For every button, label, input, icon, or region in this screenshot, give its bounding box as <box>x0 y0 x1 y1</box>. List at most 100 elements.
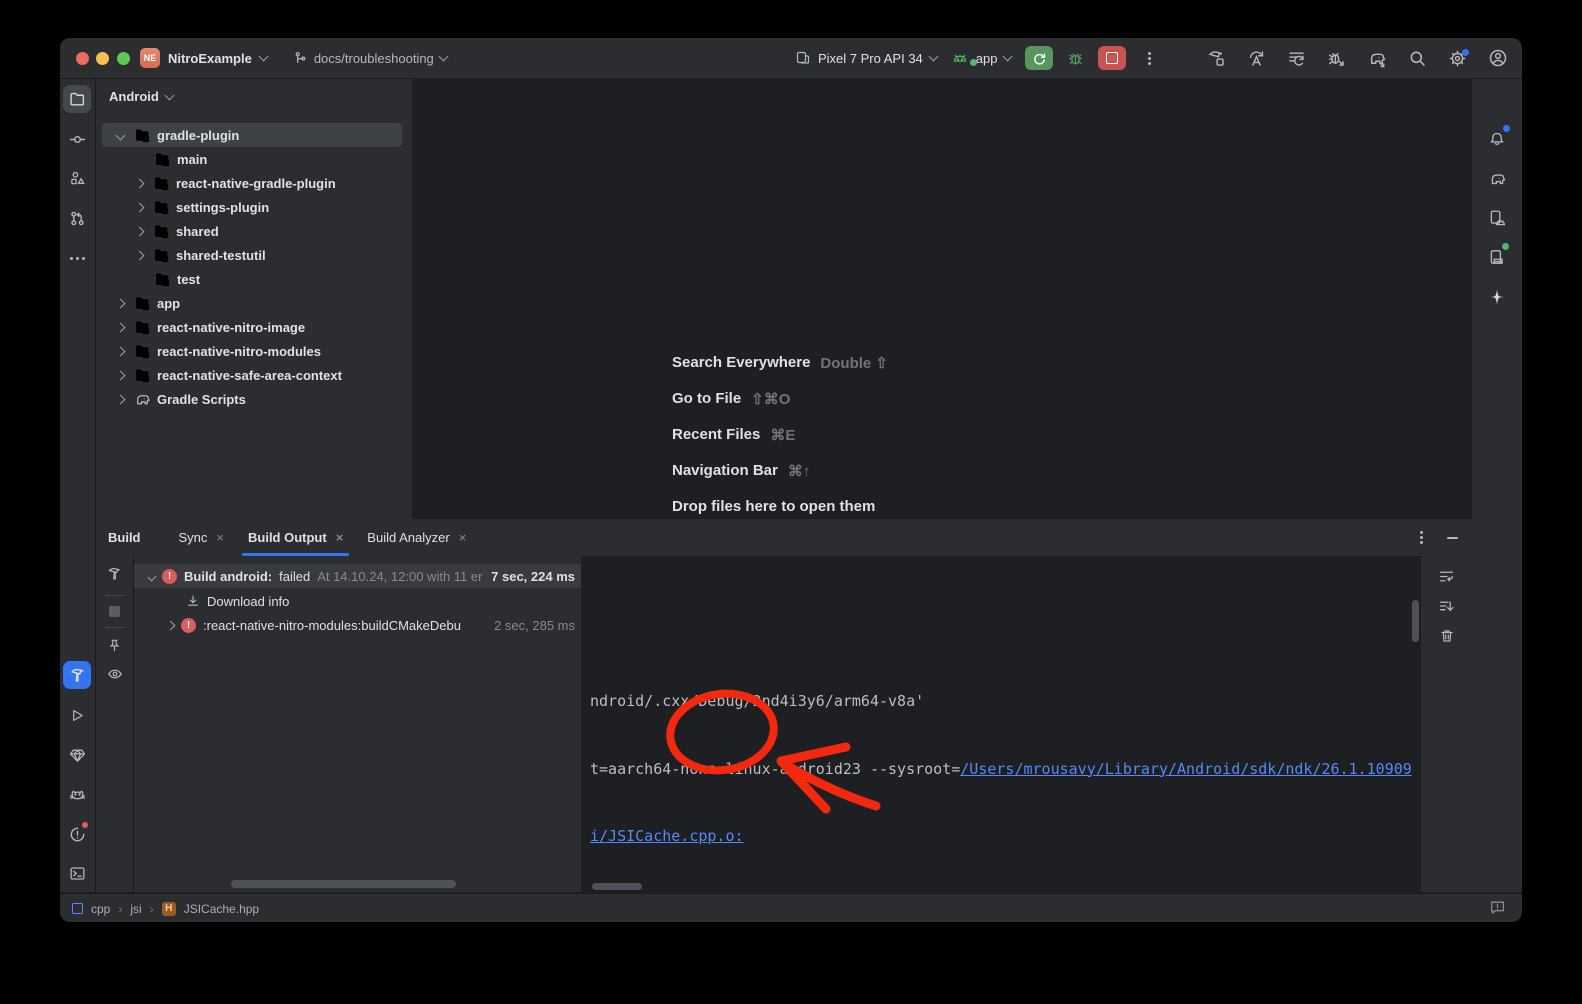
close-window-button[interactable] <box>76 52 89 65</box>
left-tool-rail <box>60 79 96 892</box>
eye-icon <box>107 666 123 682</box>
rerun-button[interactable] <box>1025 46 1053 70</box>
tree-row-shared[interactable]: shared <box>136 219 219 243</box>
tree-row-gradle-plugin[interactable]: gradle-plugin <box>117 123 239 147</box>
app-quality-insights-tool-button[interactable] <box>63 741 91 769</box>
resource-manager-tool-button[interactable] <box>63 164 91 192</box>
tree-row-main[interactable]: main <box>154 147 207 171</box>
build-project-button[interactable] <box>1207 49 1226 68</box>
tree-row-react-native-nitro-modules[interactable]: react-native-nitro-modules <box>117 339 321 363</box>
build-left-toolbar <box>96 556 134 892</box>
terminal-tool-button[interactable] <box>63 859 91 887</box>
file-link[interactable]: /Users/mrousavy/Library/Android/sdk/ndk/… <box>960 760 1412 778</box>
breadcrumb-separator: › <box>150 902 154 916</box>
commit-icon <box>69 131 86 148</box>
tree-row-react-native-nitro-image[interactable]: react-native-nitro-image <box>117 315 305 339</box>
project-name[interactable]: NitroExample <box>168 51 252 66</box>
zoom-window-button[interactable] <box>117 52 130 65</box>
search-everywhere-button[interactable] <box>1408 49 1427 68</box>
tree-row-settings-plugin[interactable]: settings-plugin <box>136 195 269 219</box>
device-manager-button[interactable] <box>1483 204 1511 232</box>
event-log-button[interactable] <box>1489 899 1506 919</box>
device-selector[interactable]: Pixel 7 Pro API 34 <box>795 50 937 66</box>
apply-changes-icon <box>1247 49 1266 68</box>
breadcrumb-jsi[interactable]: jsi <box>130 902 141 916</box>
terminal-icon <box>69 865 86 882</box>
stop-button[interactable] <box>1098 46 1126 70</box>
sparkle-icon <box>1488 288 1506 306</box>
task-row[interactable]: ! :react-native-nitro-modules:buildCMake… <box>167 613 575 637</box>
notifications-button[interactable] <box>1483 124 1511 152</box>
stop-build-button[interactable] <box>109 606 120 617</box>
editor-area: Search EverywhereDouble ⇧ Go to File⇧⌘O … <box>413 79 1472 519</box>
gem-icon <box>69 747 86 764</box>
tree-row-app[interactable]: app <box>117 291 180 315</box>
gradle-sync-button[interactable] <box>1367 49 1387 68</box>
tree-row-gradle-scripts[interactable]: Gradle Scripts <box>117 387 246 411</box>
download-info-row[interactable]: Download info <box>186 589 289 613</box>
file-link[interactable]: i/JSICache.cpp.o: <box>590 827 744 845</box>
build-output-tree: ! Build android: failed At 14.10.24, 12:… <box>134 556 581 892</box>
build-root-detail: At 14.10.24, 12:00 with 11 er <box>317 569 484 584</box>
debug-bug-icon <box>1067 50 1084 67</box>
gradle-sync-icon <box>1367 49 1387 68</box>
soft-wrap-button[interactable] <box>1438 568 1455 588</box>
view-options-button[interactable] <box>107 666 123 685</box>
branch-icon <box>293 51 308 66</box>
apply-changes-button[interactable] <box>1247 49 1266 68</box>
ai-assistant-button[interactable] <box>1483 283 1511 311</box>
horizontal-scrollbar[interactable] <box>592 883 642 890</box>
restart-build-button[interactable] <box>107 566 123 585</box>
stop-icon <box>109 606 120 617</box>
build-hammer-icon <box>1207 49 1226 68</box>
close-icon[interactable]: × <box>336 531 344 544</box>
close-icon[interactable]: × <box>459 531 467 544</box>
pin-tab-button[interactable] <box>107 638 122 656</box>
horizontal-scrollbar[interactable] <box>231 880 456 888</box>
vertical-scrollbar[interactable] <box>1412 600 1419 642</box>
settings-button[interactable] <box>1448 49 1467 68</box>
attach-debugger-button[interactable] <box>1327 49 1346 68</box>
run-tool-button[interactable] <box>63 701 91 729</box>
clear-console-button[interactable] <box>1439 628 1455 647</box>
project-tool-button[interactable] <box>63 85 91 113</box>
more-tools-button[interactable] <box>63 244 91 272</box>
tab-build-output[interactable]: Build Output× <box>236 519 355 556</box>
minimize-window-button[interactable] <box>96 52 109 65</box>
tree-row-react-native-gradle-plugin[interactable]: react-native-gradle-plugin <box>136 171 336 195</box>
more-actions-button[interactable] <box>1148 57 1151 60</box>
chevron-down-icon <box>164 90 174 100</box>
build-tool-button[interactable] <box>63 661 91 689</box>
divider <box>105 627 125 628</box>
breadcrumb-file[interactable]: JSICache.hpp <box>184 902 259 916</box>
debug-button[interactable] <box>1067 50 1084 67</box>
pin-icon <box>107 638 122 653</box>
vcs-branch-widget[interactable]: docs/troubleshooting <box>293 51 447 66</box>
gradle-tool-button[interactable] <box>1483 165 1511 193</box>
breadcrumb-cpp[interactable]: cpp <box>91 902 110 916</box>
hide-tool-window-button[interactable] <box>1447 537 1458 539</box>
run-configuration-selector[interactable]: app <box>951 50 1012 66</box>
problems-tool-button[interactable] <box>63 820 91 848</box>
project-view-selector[interactable]: Android <box>109 89 173 104</box>
logcat-tool-button[interactable] <box>63 781 91 809</box>
tree-row-react-native-safe-area-context[interactable]: react-native-safe-area-context <box>117 363 342 387</box>
module-folder-icon <box>153 199 170 216</box>
running-devices-icon <box>1488 248 1506 266</box>
build-root-row[interactable]: ! Build android: failed At 14.10.24, 12:… <box>148 564 575 588</box>
header-file-icon: H <box>162 902 176 916</box>
tab-sync[interactable]: Sync× <box>167 519 237 556</box>
tree-row-test[interactable]: test <box>154 267 200 291</box>
pull-requests-tool-button[interactable] <box>63 204 91 232</box>
apply-code-changes-button[interactable] <box>1287 49 1306 68</box>
commit-tool-button[interactable] <box>63 125 91 153</box>
build-options-button[interactable] <box>1420 536 1423 539</box>
tab-build-analyzer[interactable]: Build Analyzer× <box>355 519 478 556</box>
scroll-to-end-button[interactable] <box>1438 598 1455 618</box>
search-icon <box>1408 49 1427 68</box>
close-icon[interactable]: × <box>216 531 224 544</box>
pull-request-icon <box>69 210 86 227</box>
tree-row-shared-testutil[interactable]: shared-testutil <box>136 243 266 267</box>
running-devices-button[interactable] <box>1483 243 1511 271</box>
profile-button[interactable] <box>1488 48 1508 68</box>
